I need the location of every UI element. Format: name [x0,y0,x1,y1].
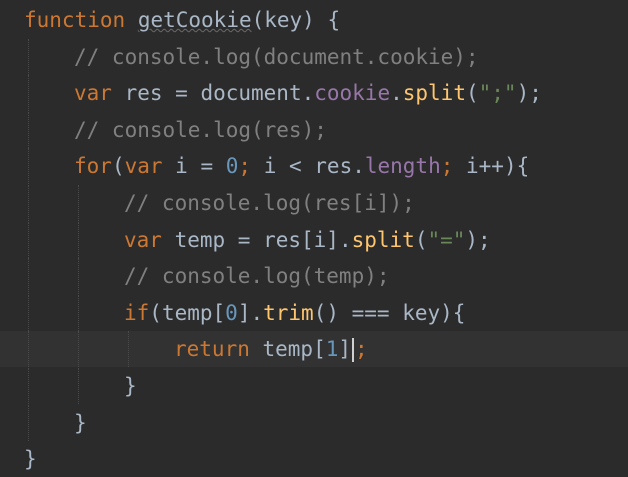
code-token: ; [440,154,454,179]
code-line[interactable]: function getCookie(key) { [0,2,628,38]
indent-guide [28,185,30,221]
code-token: i = [162,154,226,179]
code-token: } [124,374,137,398]
code-line[interactable]: if(temp[0].trim() === key){ [0,294,628,331]
code-token: ( [414,227,428,252]
code-token: } [74,410,87,435]
code-token: var [74,81,112,106]
code-token: ; [355,337,368,362]
code-token: 1 [325,337,339,362]
code-line[interactable]: // console.log(res); [0,111,628,148]
indent-guide [28,221,30,258]
code-token: ]. [237,300,264,325]
code-text: if(temp[0].trim() === key){ [124,295,465,331]
code-line[interactable]: // console.log(res[i]); [0,185,628,221]
indent-guide [78,294,80,331]
code-token: // console.log(res[i]); [124,191,415,215]
code-text: // console.log(res); [74,112,327,148]
code-text: // console.log(res[i]); [124,185,415,221]
indent-guide [78,258,80,295]
code-token: i++){ [453,154,530,179]
code-line[interactable]: for(var i = 0; i < res.length; i++){ [0,148,628,185]
code-token: split [351,227,415,252]
code-token: // console.log(document.cookie); [74,44,479,69]
code-text: // console.log(document.cookie); [74,39,479,75]
indent-guide [28,331,30,368]
code-line[interactable]: } [0,404,628,441]
code-line[interactable]: // console.log(document.cookie); [0,38,628,75]
code-text: var temp = res[i].split("="); [124,222,491,258]
indent-guide [128,331,130,368]
code-token: "=" [427,227,466,252]
code-token: cookie [314,81,391,106]
code-token: res = document. [111,81,315,106]
code-token: () === key){ [313,300,466,325]
code-text: return temp[1]; [174,331,368,367]
code-token: (temp[ [149,300,226,325]
code-token: 0 [225,300,238,325]
code-token: ); [465,227,491,252]
code-line[interactable]: var res = document.cookie.split(";"); [0,75,628,112]
code-token: ( [465,81,479,106]
code-token: 0 [225,154,239,179]
indent-guide [28,111,30,148]
code-token: i < res. [251,154,365,179]
code-text: } [24,441,37,477]
indent-guide [28,368,30,404]
code-line[interactable]: } [0,368,628,404]
code-text: for(var i = 0; i < res.length; i++){ [74,148,529,184]
code-token: (key) { [251,8,341,32]
indent-guide [78,221,80,258]
indent-guide [28,294,30,331]
indent-guide [28,75,30,112]
code-token: } [24,447,37,472]
code-line[interactable]: var temp = res[i].split("="); [0,221,628,258]
code-line[interactable]: // console.log(temp); [0,258,628,295]
code-token: ; [238,154,252,179]
code-token: trim [263,300,314,325]
code-token: function [24,8,126,32]
code-token: ";" [478,81,517,106]
code-token: return [174,337,250,362]
code-token: getCookie [137,8,252,32]
code-token: ); [516,81,542,106]
code-token: ] [338,337,352,362]
code-line-current[interactable]: return temp[1]; [0,331,628,368]
code-editor[interactable]: function getCookie(key) { // console.log(… [0,0,628,475]
indent-guide [28,38,30,75]
code-token: . [390,81,403,106]
code-token: temp[ [249,337,326,362]
code-token: var [124,227,162,252]
indent-guide [28,148,30,185]
indent-guide [78,331,80,368]
code-token: var [124,154,163,179]
text-caret [352,338,355,363]
code-token: temp = res[i]. [161,227,352,252]
code-text: function getCookie(key) { [24,2,340,38]
indent-guide [28,258,30,295]
code-text: // console.log(temp); [124,258,390,294]
code-text: var res = document.cookie.split(";"); [74,75,542,111]
indent-guide [78,185,80,221]
code-text: } [124,368,137,404]
code-token: ( [111,154,125,179]
code-token: if [124,300,150,325]
code-token: length [364,154,441,179]
indent-guide [78,368,80,404]
indent-guide [28,404,30,441]
code-token: // console.log(res); [74,117,327,142]
code-text: } [74,405,87,441]
code-token: split [402,81,466,106]
code-line[interactable]: } [0,441,628,477]
code-token: // console.log(temp); [124,264,390,289]
code-token: for [74,154,112,179]
